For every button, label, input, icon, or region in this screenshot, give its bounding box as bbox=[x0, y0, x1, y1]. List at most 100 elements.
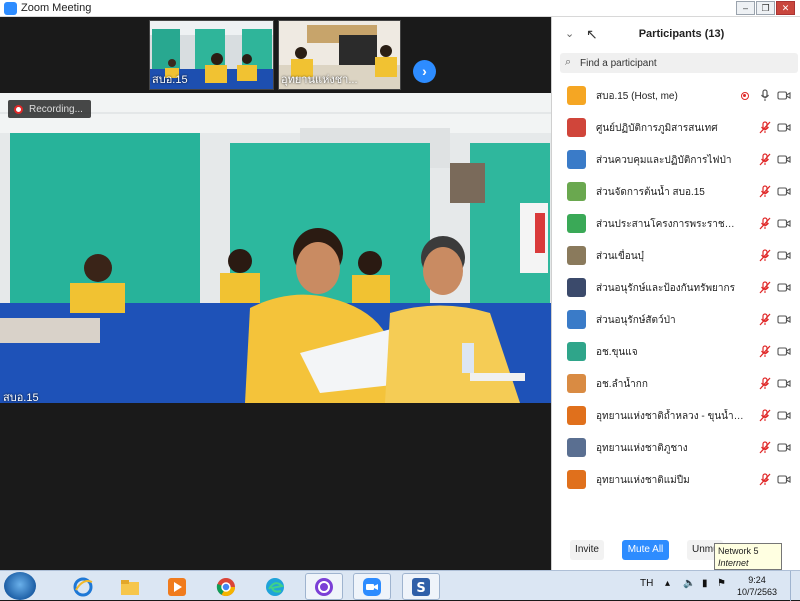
participant-name: ส่วนควบคุมและปฏิบัติการไฟป่า bbox=[596, 155, 732, 166]
flag-icon[interactable]: ⚑ bbox=[717, 578, 726, 589]
participant-name: ศูนย์ปฏิบัติการภูมิสารสนเทศ bbox=[596, 123, 718, 134]
next-page-button[interactable]: › bbox=[413, 60, 436, 83]
title-bar: Zoom Meeting – ❐ ✕ bbox=[0, 0, 800, 17]
participant-row[interactable]: อุทยานแห่งชาติภูชาง bbox=[552, 433, 800, 465]
chrome-icon[interactable] bbox=[207, 573, 245, 600]
invite-button[interactable]: Invite bbox=[570, 540, 604, 560]
browser-app-icon[interactable] bbox=[305, 573, 343, 600]
svg-text:S: S bbox=[416, 581, 425, 596]
video-camera-icon[interactable] bbox=[777, 122, 791, 133]
participant-row[interactable]: ศูนย์ปฏิบัติการภูมิสารสนเทศ bbox=[552, 113, 800, 145]
participant-name: อช.ขุนแจ bbox=[596, 347, 638, 358]
muted-mic-icon[interactable] bbox=[759, 409, 771, 422]
participant-row[interactable]: ส่วนจัดการต้นน้ำ สบอ.15 bbox=[552, 177, 800, 209]
video-camera-icon[interactable] bbox=[777, 218, 791, 229]
taskbar: S TH ▴ 🔈 ▮ ⚑ 9:24 10/7/2563 bbox=[0, 570, 800, 601]
participant-name: ส่วนอนุรักษ์สัตว์ป่า bbox=[596, 315, 676, 326]
participant-name: ส่วนจัดการต้นน้ำ สบอ.15 bbox=[596, 187, 705, 198]
media-player-icon[interactable] bbox=[158, 573, 196, 600]
participant-name: อุทยานแห่งชาติภูชาง bbox=[596, 443, 688, 454]
volume-icon[interactable]: 🔈 bbox=[683, 578, 695, 589]
participant-row[interactable]: ส่วนอนุรักษ์สัตว์ป่า bbox=[552, 305, 800, 337]
participant-row[interactable]: สบอ.15 (Host, me) bbox=[552, 81, 800, 113]
muted-mic-icon[interactable] bbox=[759, 313, 771, 326]
video-camera-icon[interactable] bbox=[777, 314, 791, 325]
participant-row[interactable]: อช.ลำน้ำกก bbox=[552, 369, 800, 401]
video-camera-icon[interactable] bbox=[777, 250, 791, 261]
participant-row[interactable]: ส่วนเขื่อนบุ๋ bbox=[552, 241, 800, 273]
avatar bbox=[567, 438, 586, 457]
start-button[interactable] bbox=[4, 572, 36, 600]
participant-name: ส่วนประสานโครงการพระราชดำริฯ bbox=[596, 219, 746, 230]
avatar bbox=[567, 214, 586, 233]
participant-name: สบอ.15 (Host, me) bbox=[596, 91, 678, 102]
mute-all-button[interactable]: Mute All bbox=[622, 540, 669, 560]
participant-row[interactable]: อช.ขุนแจ bbox=[552, 337, 800, 369]
zoom-window: Zoom Meeting – ❐ ✕ สบอ.15 อุทยานแห่งชา..… bbox=[0, 0, 800, 580]
file-explorer-icon[interactable] bbox=[111, 573, 149, 600]
avatar bbox=[567, 310, 586, 329]
avatar bbox=[567, 470, 586, 489]
participant-name: ส่วนเขื่อนบุ๋ bbox=[596, 251, 644, 262]
participant-row[interactable]: อุทยานแห่งชาติถ้ำหลวง - ขุนน้ำนางนอน (เ.… bbox=[552, 401, 800, 433]
zoom-taskbar-icon[interactable] bbox=[353, 573, 391, 600]
participant-search[interactable]: ⌕ bbox=[560, 53, 798, 73]
avatar bbox=[567, 86, 586, 105]
muted-mic-icon[interactable] bbox=[759, 185, 771, 198]
panel-title: Participants (13) bbox=[638, 28, 725, 40]
close-button[interactable]: ✕ bbox=[776, 1, 795, 15]
system-clock[interactable]: 9:24 10/7/2563 bbox=[732, 574, 782, 598]
thumbnail-name: สบอ.15 bbox=[152, 74, 188, 86]
recording-label: Recording... bbox=[29, 103, 83, 115]
chevron-up-icon[interactable]: ▴ bbox=[665, 578, 670, 589]
sketch-app-icon[interactable]: S bbox=[402, 573, 440, 600]
search-input[interactable] bbox=[580, 55, 790, 71]
participant-row[interactable]: ส่วนอนุรักษ์และป้องกันทรัพยากร bbox=[552, 273, 800, 305]
participant-name: ส่วนอนุรักษ์และป้องกันทรัพยากร bbox=[596, 283, 735, 294]
recording-dot-icon bbox=[14, 104, 23, 114]
participant-name: อุทยานแห่งชาติแม่ปืม bbox=[596, 475, 690, 486]
video-camera-icon[interactable] bbox=[777, 90, 791, 101]
language-indicator[interactable]: TH bbox=[640, 578, 653, 589]
video-camera-icon[interactable] bbox=[777, 346, 791, 357]
participant-row[interactable]: ส่วนควบคุมและปฏิบัติการไฟป่า bbox=[552, 145, 800, 177]
muted-mic-icon[interactable] bbox=[759, 121, 771, 134]
participant-row[interactable]: ส่วนประสานโครงการพระราชดำริฯ bbox=[552, 209, 800, 241]
main-video[interactable] bbox=[0, 93, 551, 403]
thumbnail-video[interactable]: สบอ.15 bbox=[149, 20, 274, 90]
thumbnail-name: อุทยานแห่งชา... bbox=[281, 74, 358, 86]
recording-icon bbox=[741, 92, 749, 100]
muted-mic-icon[interactable] bbox=[759, 473, 771, 486]
participant-list: สบอ.15 (Host, me) ศูนย์ปฏิบัติการภูมิสารส… bbox=[552, 81, 800, 497]
network-icon[interactable]: ▮ bbox=[702, 578, 708, 589]
muted-mic-icon[interactable] bbox=[759, 153, 771, 166]
participant-row[interactable]: อุทยานแห่งชาติแม่ปืม bbox=[552, 465, 800, 497]
video-camera-icon[interactable] bbox=[777, 154, 791, 165]
thumbnail-video[interactable]: อุทยานแห่งชา... bbox=[278, 20, 401, 90]
clock-date: 10/7/2563 bbox=[736, 587, 778, 597]
minimize-button[interactable]: – bbox=[736, 1, 755, 15]
muted-mic-icon[interactable] bbox=[759, 377, 771, 390]
muted-mic-icon[interactable] bbox=[759, 345, 771, 358]
muted-mic-icon[interactable] bbox=[759, 281, 771, 294]
avatar bbox=[567, 406, 586, 425]
muted-mic-icon[interactable] bbox=[759, 249, 771, 262]
edge-icon[interactable] bbox=[256, 573, 294, 600]
recording-indicator: Recording... bbox=[8, 100, 91, 118]
muted-mic-icon[interactable] bbox=[759, 217, 771, 230]
video-camera-icon[interactable] bbox=[777, 474, 791, 485]
video-camera-icon[interactable] bbox=[777, 186, 791, 197]
video-camera-icon[interactable] bbox=[777, 442, 791, 453]
mic-icon[interactable] bbox=[759, 89, 771, 102]
avatar bbox=[567, 246, 586, 265]
maximize-button[interactable]: ❐ bbox=[756, 1, 775, 15]
muted-mic-icon[interactable] bbox=[759, 441, 771, 454]
video-camera-icon[interactable] bbox=[777, 282, 791, 293]
internet-explorer-icon[interactable] bbox=[64, 573, 102, 600]
video-camera-icon[interactable] bbox=[777, 378, 791, 389]
avatar bbox=[567, 278, 586, 297]
show-desktop-button[interactable] bbox=[790, 571, 800, 601]
tooltip-network-name: Network 5 bbox=[718, 546, 759, 556]
network-tooltip: Network 5 Internet access bbox=[714, 543, 782, 580]
video-camera-icon[interactable] bbox=[777, 410, 791, 421]
